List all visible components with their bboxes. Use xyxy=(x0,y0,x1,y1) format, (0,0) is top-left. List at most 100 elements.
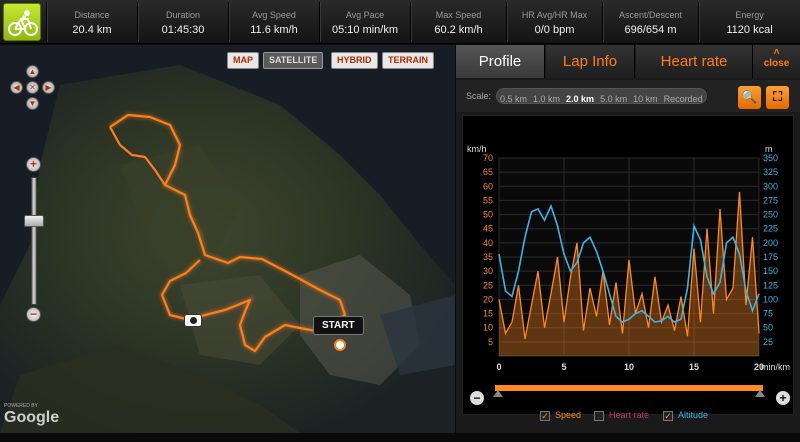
zoom-slider-thumb[interactable] xyxy=(24,215,44,227)
stat-avg-pace: Avg Pace 05:10 min/km xyxy=(319,2,410,42)
stat-value: 1120 kcal xyxy=(726,24,773,36)
legend-speed[interactable]: ✓ Speed xyxy=(540,410,581,421)
x-tick-label: 10 xyxy=(624,362,634,372)
stat-value: 60.2 km/h xyxy=(434,24,483,36)
satellite-map[interactable]: MAP SATELLITE HYBRID TERRAIN ▲ ◀ ✕ ▶ ▼ +… xyxy=(0,45,455,433)
legend-label: Altitude xyxy=(678,410,709,420)
pan-control: ▲ ◀ ✕ ▶ ▼ xyxy=(10,65,56,111)
map-type-hybrid[interactable]: HYBRID xyxy=(331,52,378,69)
chevron-right-icon[interactable]: ▶ xyxy=(42,81,55,94)
y-right-axis-label: m xyxy=(765,144,773,154)
y-left-tick-label: 5 xyxy=(488,337,493,347)
google-logo: POWERED BY Google xyxy=(4,403,59,427)
stat-avg-speed: Avg Speed 11.6 km/h xyxy=(228,2,319,42)
x-axis-label: min/km xyxy=(761,362,790,372)
x-tick-label: 15 xyxy=(689,362,699,372)
stat-duration: Duration 01:45:30 xyxy=(137,2,228,42)
scale-option-1km[interactable]: 1.0 km xyxy=(530,92,563,106)
y-right-tick-label: 150 xyxy=(763,266,778,276)
legend-altitude[interactable]: ✓ Altitude xyxy=(663,410,708,421)
tab-heart-rate[interactable]: Heart rate xyxy=(636,45,753,78)
close-label: close xyxy=(763,58,790,69)
footer-strip xyxy=(0,433,800,442)
x-tick-label: 0 xyxy=(496,362,501,372)
stat-label: Max Speed xyxy=(435,10,482,20)
map-type-satellite[interactable]: SATELLITE xyxy=(263,52,324,69)
zoom-slider-track[interactable] xyxy=(31,177,37,305)
stat-value: 0/0 bpm xyxy=(534,24,575,36)
y-left-tick-label: 65 xyxy=(483,167,493,177)
stat-energy: Energy 1120 kcal xyxy=(698,2,800,42)
map-imagery xyxy=(0,45,455,433)
stat-value: 05:10 min/km xyxy=(331,24,399,36)
stat-max-speed: Max Speed 60.2 km/h xyxy=(410,2,506,42)
y-right-tick-label: 125 xyxy=(763,280,778,290)
scale-option-5km[interactable]: 5.0 km xyxy=(597,92,630,106)
stat-ascent-descent: Ascent/Descent 696/654 m xyxy=(602,2,698,42)
stat-label: Avg Speed xyxy=(252,10,296,20)
chevron-up-icon[interactable]: ▲ xyxy=(26,65,39,78)
y-left-tick-label: 55 xyxy=(483,195,493,205)
stat-label: Duration xyxy=(165,10,201,20)
close-button[interactable]: ˄ close xyxy=(753,45,800,78)
start-marker xyxy=(334,339,346,351)
y-left-tick-label: 45 xyxy=(483,224,493,234)
magnifier-icon[interactable]: 🔍 xyxy=(738,86,761,109)
center-icon[interactable]: ✕ xyxy=(26,81,39,94)
chevron-down-icon[interactable]: ▼ xyxy=(26,97,39,110)
expand-icon[interactable]: ⛶ xyxy=(766,86,789,109)
scale-option-0-5km[interactable]: 0.5 km xyxy=(497,92,530,106)
stat-distance: Distance 20.4 km xyxy=(46,2,137,42)
range-slider-handle-left[interactable] xyxy=(493,390,503,397)
profile-chart: 5 10 15 20 25 30 35 40 45 50 55 60 65 70 25 50 75 100 125 1… xyxy=(462,115,794,415)
scale-option-2km[interactable]: 2.0 km xyxy=(563,92,597,106)
bike-icon[interactable] xyxy=(3,3,41,41)
scale-option-recorded[interactable]: Recorded xyxy=(661,92,706,106)
tab-lap-info[interactable]: Lap Info xyxy=(546,45,635,78)
stat-value: 01:45:30 xyxy=(161,24,205,36)
map-type-terrain[interactable]: TERRAIN xyxy=(382,52,434,69)
zoom-in-button[interactable]: + xyxy=(26,157,41,172)
y-left-tick-label: 60 xyxy=(483,181,493,191)
zoom-control: + − xyxy=(24,157,44,335)
checkbox-checked-icon[interactable]: ✓ xyxy=(540,410,550,421)
stat-label: Ascent/Descent xyxy=(618,10,683,20)
checkbox-unchecked-icon[interactable] xyxy=(594,410,604,421)
y-right-tick-label: 250 xyxy=(763,210,778,220)
checkbox-checked-icon[interactable]: ✓ xyxy=(663,410,673,421)
tab-profile[interactable]: Profile xyxy=(456,45,545,78)
stats-bar: Distance 20.4 km Duration 01:45:30 Avg S… xyxy=(0,0,800,44)
stat-label: Energy xyxy=(735,10,764,20)
y-left-tick-label: 40 xyxy=(483,238,493,248)
y-right-tick-label: 325 xyxy=(763,167,778,177)
y-left-tick-label: 10 xyxy=(483,323,493,333)
stat-value: 20.4 km xyxy=(72,24,112,36)
y-right-tick-label: 75 xyxy=(763,309,773,319)
x-tick-label: 5 xyxy=(561,362,566,372)
chart-svg: 5101520253035404550556065702550751001251… xyxy=(467,144,790,405)
stat-value: 11.6 km/h xyxy=(250,24,298,36)
y-right-tick-label: 100 xyxy=(763,294,778,304)
legend-label: Speed xyxy=(555,410,582,420)
y-left-tick-label: 30 xyxy=(483,266,493,276)
google-wordmark: Google xyxy=(4,409,60,426)
stat-label: HR Avg/HR Max xyxy=(521,10,588,20)
y-right-tick-label: 275 xyxy=(763,195,778,205)
y-right-tick-label: 225 xyxy=(763,224,778,234)
y-right-tick-label: 200 xyxy=(763,238,778,248)
chevron-up-icon: ˄ xyxy=(773,47,780,58)
y-right-tick-label: 300 xyxy=(763,181,778,191)
chevron-left-icon[interactable]: ◀ xyxy=(10,81,23,94)
range-slider-handle-right[interactable] xyxy=(755,390,765,397)
scale-options: 0.5 km 1.0 km 2.0 km 5.0 km 10 km Recorded xyxy=(496,88,707,104)
y-left-axis-label: km/h xyxy=(467,144,487,154)
map-type-map[interactable]: MAP xyxy=(227,52,259,69)
scale-option-10km[interactable]: 10 km xyxy=(630,92,661,106)
profile-panel: Profile Lap Info Heart rate ˄ close Scal… xyxy=(456,45,800,433)
legend-heart-rate[interactable]: Heart rate xyxy=(594,410,649,421)
legend-label: Heart rate xyxy=(609,410,650,420)
camera-icon[interactable] xyxy=(184,314,202,327)
y-left-tick-label: 70 xyxy=(483,153,493,163)
zoom-out-button[interactable]: − xyxy=(26,307,41,322)
chart-legend: ✓ Speed Heart rate ✓ Altitude xyxy=(456,403,800,428)
